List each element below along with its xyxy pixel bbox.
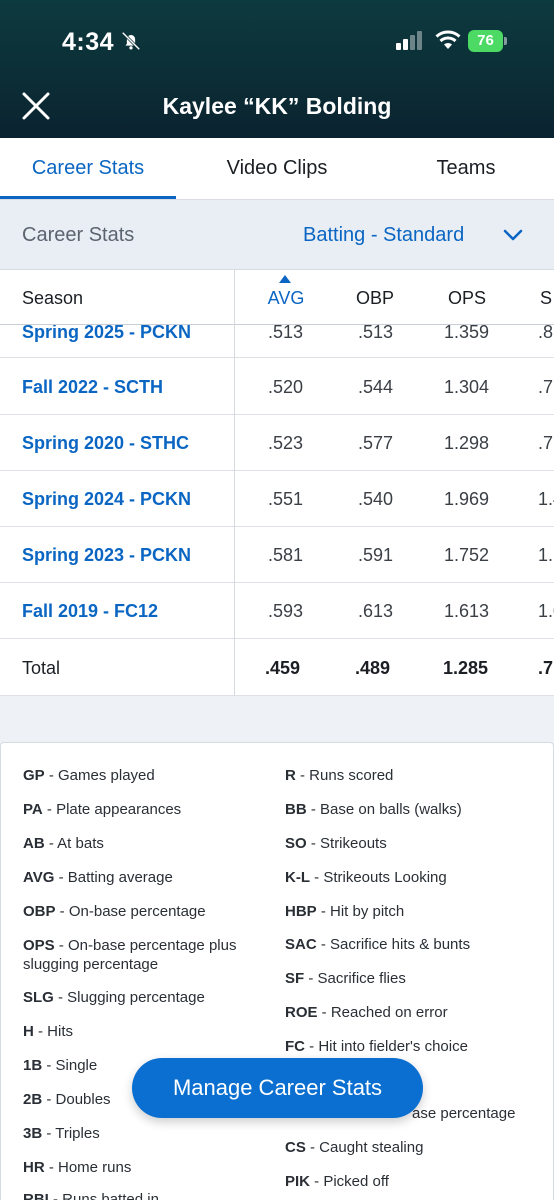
total-ops-cell: 1.285 — [443, 658, 489, 678]
avg-cell: .551 — [268, 489, 304, 509]
legend-item: HBP - Hit by pitch — [285, 903, 405, 920]
tab-teams[interactable]: Teams — [378, 138, 554, 199]
season-link[interactable]: Fall 2019 - FC12 — [22, 601, 158, 622]
legend-item: AB - At bats — [23, 835, 104, 852]
battery-icon: 76 — [468, 30, 508, 52]
legend-item: PA - Plate appearances — [23, 801, 182, 818]
legend-item: OBP - On-base percentage — [23, 903, 206, 920]
ops-cell: 1.298 — [444, 433, 490, 453]
table-row: Spring 2023 - PCKN .581 .591 1.752 1.1 — [0, 527, 554, 583]
avg-cell: .523 — [268, 433, 304, 453]
tab-career-stats[interactable]: Career Stats — [0, 138, 176, 199]
legend-item: SO - Strikeouts — [285, 835, 387, 852]
total-label: Total — [22, 658, 61, 678]
legend-item: OPS - On-base percentage plus slugging p… — [23, 937, 237, 973]
avg-cell: .593 — [268, 601, 304, 621]
legend-item: 1B - Single — [23, 1057, 98, 1074]
avg-cell: .513 — [268, 322, 304, 342]
chevron-down-icon[interactable] — [502, 224, 524, 246]
legend-item: SAC - Sacrifice hits & bunts — [285, 936, 471, 953]
legend-item: 2B - Doubles — [23, 1091, 111, 1108]
cellular-signal-icon — [396, 31, 422, 50]
table-header: Season AVG OBP OPS S — [0, 270, 554, 325]
legend-item: 3B - Triples — [23, 1125, 100, 1142]
sort-ascending-icon — [279, 275, 291, 283]
column-header-season[interactable]: Season — [22, 288, 83, 309]
slg-cell: 1.1 — [538, 545, 554, 565]
legend-item: HR - Home runs — [23, 1159, 132, 1176]
table-row: Spring 2020 - STHC .523 .577 1.298 .7 — [0, 415, 554, 471]
table-row: Fall 2019 - FC12 .593 .613 1.613 1.0 — [0, 583, 554, 639]
legend-item: ase percentage — [412, 1105, 516, 1122]
legend-item: SLG - Slugging percentage — [23, 989, 205, 1006]
legend-item: PIK - Picked off — [285, 1173, 389, 1190]
column-header-obp[interactable]: OBP — [356, 288, 394, 309]
column-header-slg[interactable]: S — [540, 288, 552, 309]
tab-bar: Career Stats Video Clips Teams — [0, 138, 554, 200]
season-link[interactable]: Spring 2023 - PCKN — [22, 545, 191, 566]
stat-type-dropdown[interactable]: Batting - Standard — [303, 224, 464, 247]
obp-cell: .591 — [358, 545, 394, 565]
legend-item: H - Hits — [23, 1023, 74, 1040]
legend-item: GP - Games played — [23, 767, 155, 784]
table-row: Spring 2024 - PCKN .551 .540 1.969 1.4 — [0, 471, 554, 527]
avg-cell: .520 — [268, 377, 304, 397]
wifi-icon — [435, 30, 461, 49]
filter-label: Career Stats — [22, 224, 135, 246]
season-link[interactable]: Spring 2024 - PCKN — [22, 489, 191, 510]
status-time: 4:34 — [62, 28, 115, 56]
total-avg-cell: .459 — [265, 658, 301, 678]
obp-cell: .613 — [358, 601, 394, 621]
legend-item: ROE - Reached on error — [285, 1004, 448, 1021]
table-total-row: Total .459 .489 1.285 .7 — [0, 640, 554, 696]
obp-cell: .513 — [358, 322, 394, 342]
season-link[interactable]: Spring 2025 - PCKN — [22, 322, 191, 343]
column-header-avg[interactable]: AVG — [264, 288, 308, 309]
career-stats-table: Season AVG OBP OPS S Spring 2025 - PCKN … — [0, 270, 554, 696]
manage-career-stats-button[interactable]: Manage Career Stats — [132, 1058, 423, 1118]
season-link[interactable]: Spring 2020 - STHC — [22, 433, 189, 454]
stats-filter-bar: Career Stats Batting - Standard — [0, 200, 554, 270]
ops-cell: 1.359 — [444, 322, 490, 342]
tab-video-clips[interactable]: Video Clips — [176, 138, 378, 199]
legend-item: BB - Base on balls (walks) — [285, 801, 462, 818]
legend-item: K-L - Strikeouts Looking — [285, 869, 447, 886]
slg-cell: 1.0 — [538, 601, 554, 621]
ops-cell: 1.613 — [444, 601, 490, 621]
app-header: 4:34 76 Kaylee “KK” Bolding — [0, 0, 554, 138]
legend-item: R - Runs scored — [285, 767, 394, 784]
ops-cell: 1.304 — [444, 377, 490, 397]
column-header-ops[interactable]: OPS — [448, 288, 486, 309]
obp-cell: .577 — [358, 433, 394, 453]
slg-cell: .8 — [538, 322, 554, 342]
legend-item: SF - Sacrifice flies — [285, 970, 406, 987]
legend-item: RBI - Runs batted in — [23, 1191, 159, 1200]
legend-item: AVG - Batting average — [23, 869, 173, 886]
bell-slash-icon — [121, 31, 141, 51]
page-title: Kaylee “KK” Bolding — [162, 93, 392, 119]
ops-cell: 1.969 — [444, 489, 490, 509]
slg-cell: .7 — [538, 433, 554, 453]
obp-cell: .540 — [358, 489, 394, 509]
column-divider — [234, 270, 235, 696]
slg-cell: .7 — [538, 377, 554, 397]
avg-cell: .581 — [268, 545, 304, 565]
total-slg-cell: .7 — [538, 658, 554, 678]
legend-item: CS - Caught stealing — [285, 1139, 424, 1156]
stats-legend: GP - Games played PA - Plate appearances… — [0, 742, 554, 1200]
season-link[interactable]: Fall 2022 - SCTH — [22, 377, 163, 398]
slg-cell: 1.4 — [538, 489, 554, 509]
legend-item: FC - Hit into fielder's choice — [285, 1038, 468, 1055]
ops-cell: 1.752 — [444, 545, 490, 565]
battery-level: 76 — [468, 30, 503, 52]
obp-cell: .544 — [358, 377, 394, 397]
table-row: Fall 2022 - SCTH .520 .544 1.304 .7 — [0, 359, 554, 415]
total-obp-cell: .489 — [355, 658, 391, 678]
